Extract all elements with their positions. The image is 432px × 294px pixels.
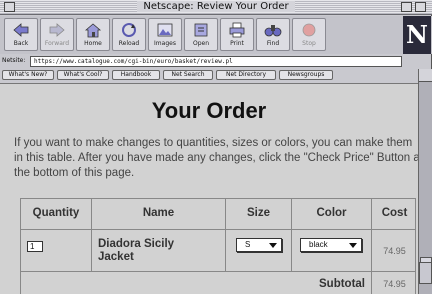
subtotal-label-cell: Subtotal bbox=[21, 272, 371, 294]
intro-paragraph: If you want to make changes to quantitie… bbox=[14, 137, 418, 179]
quantity-input[interactable]: 1 bbox=[27, 241, 43, 252]
scroll-up-arrow-icon[interactable] bbox=[419, 69, 432, 82]
item-name: Diadora Sicily Jacket bbox=[98, 238, 175, 263]
background-window-edge bbox=[419, 262, 432, 284]
cost-cell: 74.95 bbox=[371, 230, 417, 271]
whats-cool-button[interactable]: What's Cool? bbox=[57, 70, 109, 80]
dropdown-arrow-icon bbox=[349, 243, 357, 248]
header-quantity: Quantity bbox=[32, 207, 80, 219]
stop-icon bbox=[302, 23, 316, 37]
color-cell: black bbox=[291, 230, 371, 271]
find-button[interactable]: Find bbox=[256, 18, 290, 51]
location-label: Netsite: bbox=[2, 57, 26, 64]
images-button[interactable]: Images bbox=[148, 18, 182, 51]
header-cost: Cost bbox=[371, 199, 417, 229]
reload-button[interactable]: Reload bbox=[112, 18, 146, 51]
open-button[interactable]: Open bbox=[184, 18, 218, 51]
color-select[interactable]: black bbox=[300, 238, 362, 252]
order-table: Quantity Name Size Color Cost 1 Diadora … bbox=[20, 198, 416, 294]
newsgroups-button[interactable]: Newsgroups bbox=[279, 70, 333, 80]
page-title: Your Order bbox=[151, 98, 267, 123]
url-field[interactable]: https://www.catalogue.com/cgi-bin/euro/b… bbox=[30, 56, 402, 67]
zoom-box[interactable] bbox=[401, 2, 412, 12]
header-color: Color bbox=[291, 199, 371, 229]
net-search-button[interactable]: Net Search bbox=[163, 70, 213, 80]
printer-icon bbox=[229, 22, 245, 38]
home-icon bbox=[84, 23, 102, 38]
stop-button[interactable]: Stop bbox=[292, 18, 326, 51]
open-icon bbox=[194, 23, 208, 37]
size-select[interactable]: S bbox=[236, 238, 282, 252]
images-icon bbox=[157, 23, 173, 37]
directory-buttons-bar: What's New? What's Cool? Handbook Net Se… bbox=[0, 69, 404, 81]
header-size: Size bbox=[225, 199, 291, 229]
print-button[interactable]: Print bbox=[220, 18, 254, 51]
collapse-box[interactable] bbox=[415, 2, 426, 12]
subtotal-value: 74.95 bbox=[371, 272, 417, 294]
subtotal-label: Subtotal bbox=[319, 278, 365, 290]
name-cell: Diadora Sicily Jacket bbox=[91, 230, 225, 271]
vertical-scrollbar[interactable] bbox=[418, 69, 432, 294]
subtotal-row: Subtotal 74.95 bbox=[21, 271, 415, 294]
home-button[interactable]: Home bbox=[76, 18, 110, 51]
location-bar: Netsite: https://www.catalogue.com/cgi-b… bbox=[0, 55, 404, 68]
back-button[interactable]: Back bbox=[4, 18, 38, 51]
forward-button[interactable]: Forward bbox=[40, 18, 74, 51]
netscape-logo: N bbox=[403, 16, 431, 54]
reload-icon bbox=[122, 23, 136, 37]
quantity-cell: 1 bbox=[21, 230, 91, 271]
forward-arrow-icon bbox=[49, 23, 65, 37]
page-content: Your Order If you want to make changes t… bbox=[0, 83, 418, 294]
handbook-button[interactable]: Handbook bbox=[112, 70, 160, 80]
dropdown-arrow-icon bbox=[269, 243, 277, 248]
net-directory-button[interactable]: Net Directory bbox=[216, 70, 276, 80]
binoculars-icon bbox=[264, 25, 282, 37]
whats-new-button[interactable]: What's New? bbox=[2, 70, 54, 80]
table-header-row: Quantity Name Size Color Cost bbox=[21, 199, 415, 229]
table-row: 1 Diadora Sicily Jacket S black 74.95 bbox=[21, 229, 415, 271]
title-bar[interactable]: Netscape: Review Your Order bbox=[0, 0, 432, 15]
back-arrow-icon bbox=[13, 23, 29, 37]
size-cell: S bbox=[225, 230, 291, 271]
browser-window: Netscape: Review Your Order Back Forward… bbox=[0, 0, 432, 294]
navigation-toolbar: Back Forward Home Reload Images Open Pri… bbox=[0, 16, 432, 54]
window-title: Netscape: Review Your Order bbox=[0, 1, 432, 12]
header-name: Name bbox=[91, 199, 225, 229]
